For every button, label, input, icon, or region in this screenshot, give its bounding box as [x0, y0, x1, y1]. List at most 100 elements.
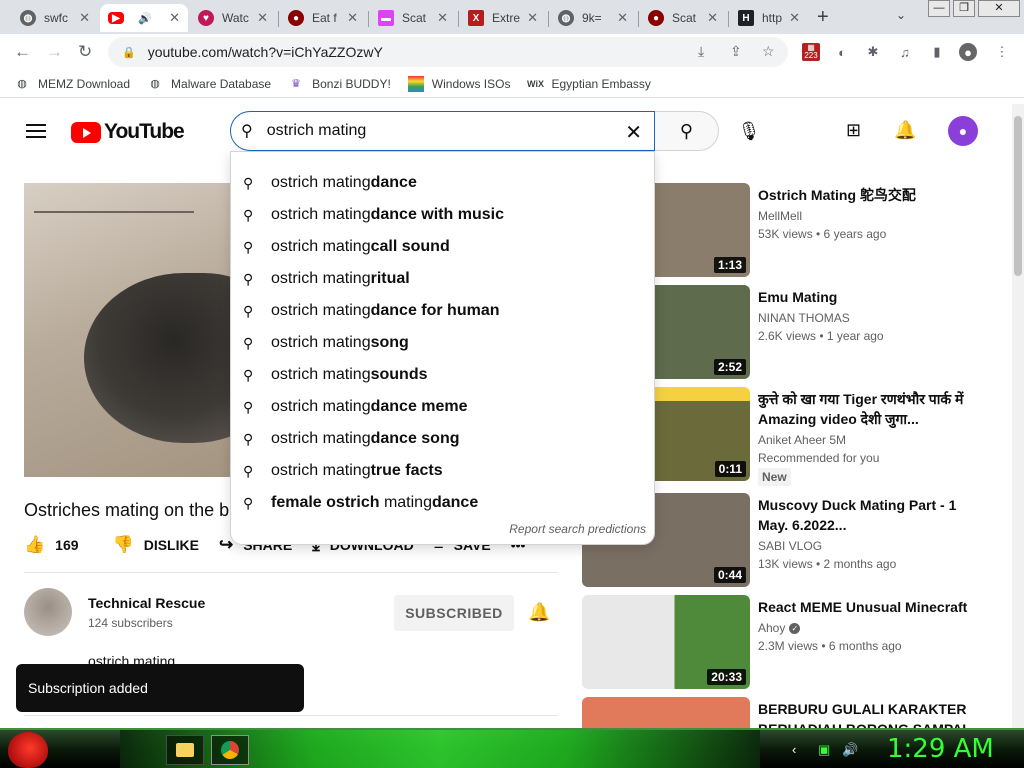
profile-avatar-icon[interactable]: ●: [959, 43, 977, 61]
new-tab-button[interactable]: +: [817, 6, 829, 29]
network-icon[interactable]: ▣: [818, 742, 830, 758]
suggestion-item[interactable]: ⚲ ostrich mating dance song: [231, 423, 654, 455]
volume-icon[interactable]: 🔊: [842, 742, 858, 758]
forward-arrow-icon[interactable]: →: [46, 42, 63, 62]
page-scrollbar[interactable]: [1012, 104, 1024, 728]
close-icon[interactable]: ✕: [617, 10, 628, 26]
account-avatar[interactable]: ●: [948, 116, 978, 146]
suggestion-item[interactable]: ⚲ ostrich mating true facts: [231, 455, 654, 487]
tab-search-chevron-icon[interactable]: ⌄: [896, 8, 906, 22]
voice-search-button[interactable]: 🎙: [729, 111, 769, 151]
channel-name[interactable]: Technical Rescue: [88, 595, 205, 611]
suggestion-item[interactable]: ⚲ ostrich mating dance with music: [231, 199, 654, 231]
notification-bell-icon[interactable]: 🔔: [528, 602, 550, 623]
bookmark-egyptian-embassy[interactable]: WiX Egyptian Embassy: [527, 76, 651, 92]
recommendation-meta: 53K views • 6 years ago: [758, 227, 887, 241]
recommendation-channel[interactable]: NINAN THOMAS: [758, 311, 850, 325]
bookmark-malware-database[interactable]: ◍ Malware Database: [147, 76, 271, 92]
close-window-button[interactable]: ✕: [978, 0, 1020, 17]
chrome-taskbar-button[interactable]: [211, 735, 249, 765]
close-icon[interactable]: ✕: [169, 10, 180, 26]
bookmark-bonzi-buddy[interactable]: ♛ Bonzi BUDDY!: [288, 76, 391, 92]
bookmark-memz[interactable]: ◍ MEMZ Download: [14, 76, 130, 92]
audio-playing-icon[interactable]: 🔊: [138, 12, 152, 25]
close-icon[interactable]: ✕: [257, 10, 268, 26]
suggestion-item[interactable]: ⚲ female ostrich mating dance: [231, 487, 654, 519]
recommendation-channel[interactable]: Aniket Aheer 5M: [758, 433, 846, 447]
recommendation-title[interactable]: Ostrich Mating 鸵鸟交配: [758, 185, 973, 205]
file-explorer-taskbar-button[interactable]: [166, 735, 204, 765]
recommendation-channel[interactable]: SABI VLOG: [758, 539, 822, 553]
start-button-angry-bird-icon[interactable]: [8, 732, 48, 768]
clear-search-icon[interactable]: ✕: [625, 120, 642, 145]
puzzle-extensions-icon[interactable]: ✱: [864, 43, 882, 61]
maximize-button[interactable]: ❐: [953, 0, 975, 17]
recommendation-title[interactable]: Emu Mating: [758, 287, 973, 307]
suggestion-item[interactable]: ⚲ ostrich mating ritual: [231, 263, 654, 295]
close-icon[interactable]: ✕: [527, 10, 538, 26]
recommendation-item[interactable]: BERBURU GULALI KARAKTER BERHADIAH BORONG…: [582, 697, 1002, 728]
browser-tab-active[interactable]: ▶ 🔊 ✕: [100, 4, 188, 32]
suggestion-item[interactable]: ⚲ ostrich mating dance for human: [231, 295, 654, 327]
like-button[interactable]: 👍 169: [24, 535, 79, 555]
divider: [24, 572, 558, 573]
lock-icon[interactable]: 🔒: [122, 46, 136, 59]
browser-tab-9[interactable]: H http ✕: [730, 4, 808, 32]
scrollbar-thumb[interactable]: [1014, 116, 1022, 276]
suggestion-item[interactable]: ⚲ ostrich mating song: [231, 327, 654, 359]
calendar-extension-icon[interactable]: ▦ 223: [802, 43, 820, 61]
recommendation-item[interactable]: 20:33 React MEME Unusual Minecraft Ahoy ✓…: [582, 595, 1002, 689]
dislike-button[interactable]: 👎 DISLIKE: [113, 535, 199, 555]
recommendation-thumbnail[interactable]: [582, 697, 750, 728]
close-icon[interactable]: ✕: [789, 10, 800, 26]
minimize-button[interactable]: —: [928, 0, 950, 17]
channel-avatar[interactable]: [24, 588, 72, 636]
back-arrow-icon[interactable]: ←: [14, 42, 31, 62]
recommendation-title[interactable]: BERBURU GULALI KARAKTER BERHADIAH BORONG…: [758, 699, 973, 728]
side-panel-icon[interactable]: ▮: [928, 43, 946, 61]
recommendation-title[interactable]: React MEME Unusual Minecraft: [758, 597, 973, 617]
recommendation-title[interactable]: Muscovy Duck Mating Part - 1 May. 6.2022…: [758, 495, 973, 535]
taskbar-clock[interactable]: 1:29 AM: [887, 734, 994, 764]
tray-chevron-icon[interactable]: ‹: [792, 742, 796, 757]
browser-tab-4[interactable]: ● Eat f ✕: [280, 4, 366, 32]
video-player[interactable]: [24, 183, 260, 477]
browser-tab-7[interactable]: ◍ 9k= ✕: [550, 4, 636, 32]
suggestion-item[interactable]: ⚲ ostrich mating dance meme: [231, 391, 654, 423]
recommendation-channel[interactable]: MellMell: [758, 209, 802, 223]
close-icon[interactable]: ✕: [79, 10, 90, 26]
browser-tab-5[interactable]: ▬ Scat ✕: [370, 4, 456, 32]
suggestion-item[interactable]: ⚲ ostrich mating sounds: [231, 359, 654, 391]
bookmark-label: Egyptian Embassy: [551, 76, 651, 91]
reload-icon[interactable]: ↻: [78, 42, 92, 62]
browser-tab-3[interactable]: ♥ Watc ✕: [190, 4, 276, 32]
address-bar[interactable]: 🔒 youtube.com/watch?v=iChYaZZOzwY ⤓ ⇪ ☆: [108, 37, 788, 67]
browser-tab-8[interactable]: ● Scat ✕: [640, 4, 726, 32]
notifications-bell-icon[interactable]: 🔔: [894, 120, 916, 141]
install-app-icon[interactable]: ⤓: [698, 43, 704, 60]
suggestion-item[interactable]: ⚲ ostrich mating dance: [231, 167, 654, 199]
share-icon[interactable]: ⇪: [730, 43, 742, 60]
subscribed-button[interactable]: SUBSCRIBED: [394, 595, 514, 631]
search-button[interactable]: ⚲: [655, 111, 719, 151]
recommendation-channel[interactable]: Ahoy ✓: [758, 621, 801, 635]
browser-tab-6[interactable]: X Extre ✕: [460, 4, 546, 32]
recommendation-title[interactable]: कुत्ते को खा गया Tiger रणथंभौर पार्क में…: [758, 389, 973, 429]
search-input[interactable]: ⚲ ostrich mating ✕: [230, 111, 655, 151]
hamburger-menu-icon[interactable]: [26, 124, 46, 138]
youtube-logo[interactable]: YouTube: [71, 120, 185, 144]
kebab-menu-icon[interactable]: ⋮: [993, 43, 1011, 61]
close-icon[interactable]: ✕: [347, 10, 358, 26]
bookmark-windows-isos[interactable]: Windows ISOs: [407, 75, 510, 92]
media-control-icon[interactable]: ♫: [896, 43, 914, 61]
recommendation-thumbnail[interactable]: 20:33: [582, 595, 750, 689]
flag-extension-icon[interactable]: ◐: [833, 43, 851, 61]
bookmark-star-icon[interactable]: ☆: [762, 43, 775, 60]
close-icon[interactable]: ✕: [437, 10, 448, 26]
create-video-icon[interactable]: ⊞: [846, 120, 861, 141]
report-predictions-link[interactable]: Report search predictions: [509, 522, 646, 536]
bonzi-icon: ♛: [291, 78, 302, 90]
suggestion-item[interactable]: ⚲ ostrich mating call sound: [231, 231, 654, 263]
close-icon[interactable]: ✕: [707, 10, 718, 26]
browser-tab-1[interactable]: ◍ swfc ✕: [12, 4, 98, 32]
